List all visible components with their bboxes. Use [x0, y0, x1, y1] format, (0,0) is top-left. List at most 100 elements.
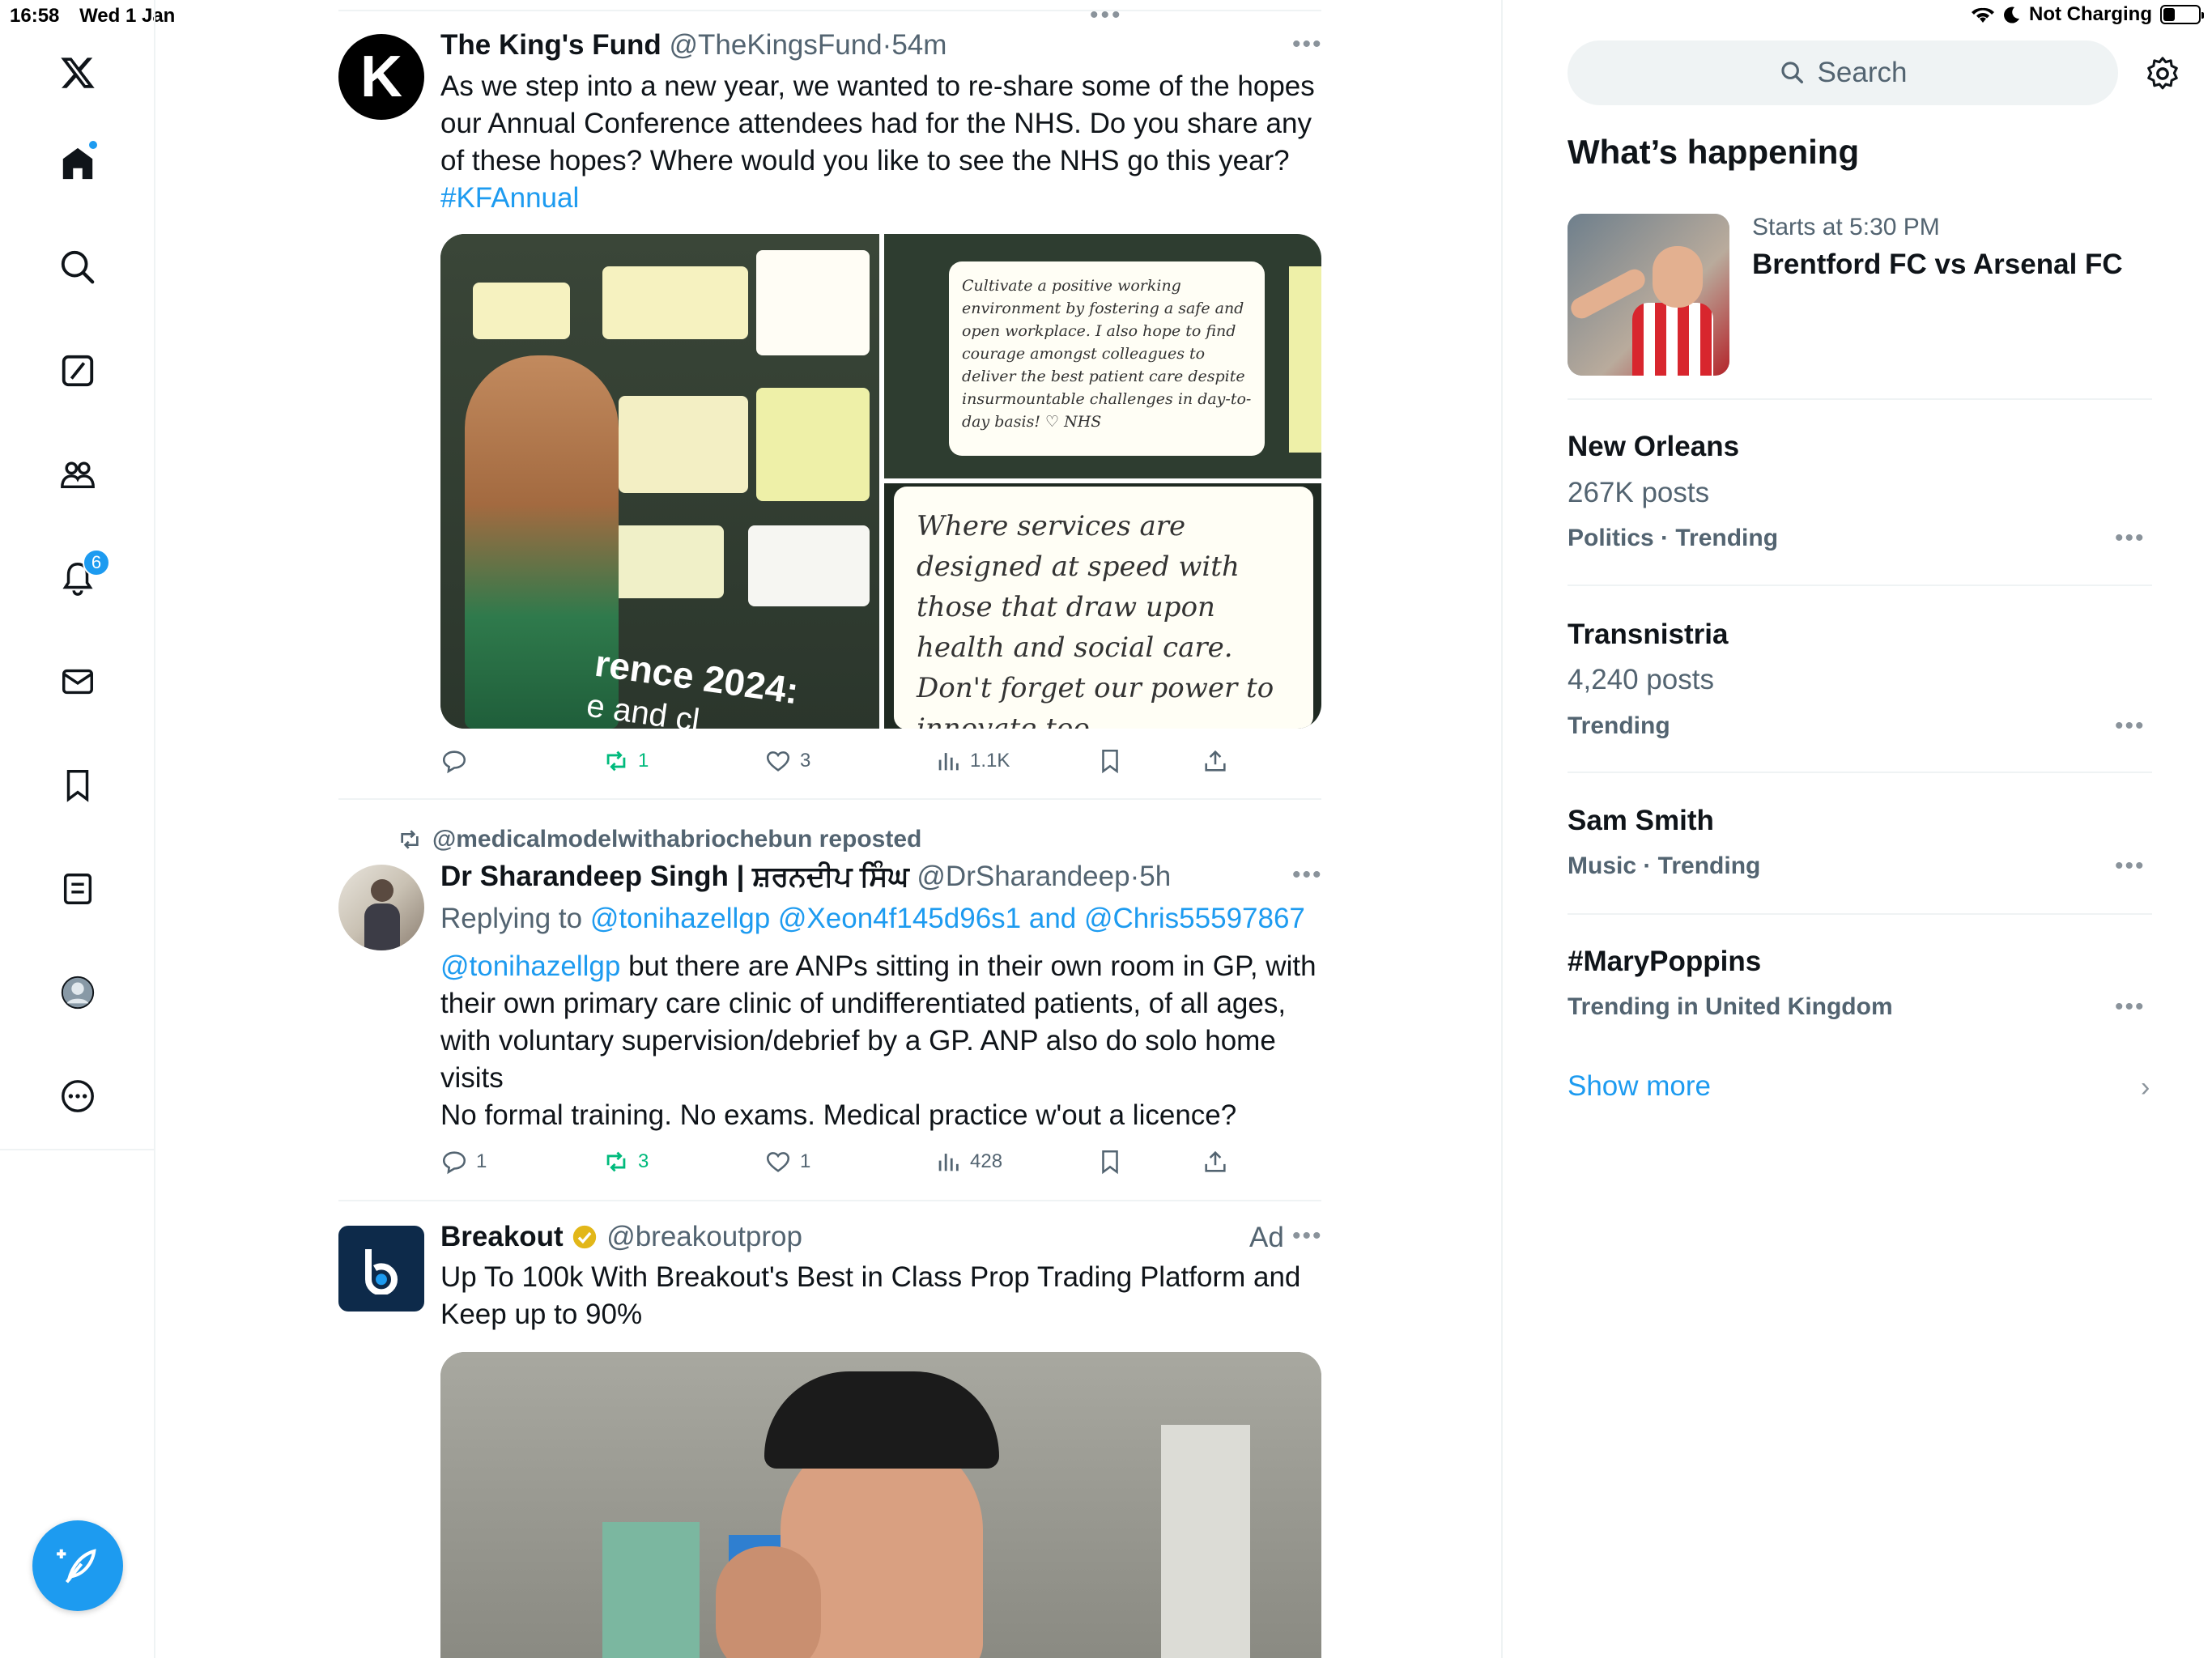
avatar[interactable]: K: [338, 34, 424, 120]
trend-category: Politics · Trending: [1568, 525, 1779, 551]
trend-category: Trending in United Kingdom: [1568, 993, 1893, 1020]
trend-category: Music · Trending: [1568, 852, 1761, 879]
author-handle[interactable]: @TheKingsFund: [669, 29, 882, 61]
reply-icon: [442, 750, 466, 774]
notifications-icon[interactable]: 6: [45, 546, 110, 610]
trend-name: New Orleans: [1568, 431, 1740, 462]
reply-button[interactable]: [440, 741, 476, 781]
repost-icon: [606, 1151, 626, 1172]
trend-divider: [1568, 913, 2152, 915]
share-button[interactable]: [1202, 1141, 1229, 1182]
grok-icon[interactable]: [45, 338, 110, 403]
nav-divider: [0, 1149, 155, 1150]
bookmark-button[interactable]: [1096, 1141, 1124, 1182]
views-chart-icon: [938, 1154, 959, 1171]
trend-more-icon[interactable]: •••: [2115, 993, 2146, 1021]
mention-link[interactable]: @tonihazellgp: [440, 950, 620, 982]
repost-button[interactable]: 1: [602, 741, 649, 781]
avatar[interactable]: [338, 865, 424, 950]
sticky-note-shape: [602, 525, 724, 598]
like-button[interactable]: 1: [764, 1141, 810, 1182]
tweet-header: Breakout @breakoutprop: [440, 1221, 802, 1253]
reposted-by[interactable]: @medicalmodelwithabriochebun reposted: [432, 826, 921, 853]
search-placeholder: Search: [1817, 57, 1908, 88]
share-icon: [1205, 750, 1226, 772]
tweet-divider: [338, 798, 1321, 800]
tweet-more-icon[interactable]: •••: [1292, 31, 1323, 58]
home-badge-dot: [87, 139, 99, 151]
event-title[interactable]: Brentford FC vs Arsenal FC: [1752, 249, 2123, 281]
trend-posts: 4,240 posts: [1568, 664, 1714, 695]
wifi-icon: [1972, 7, 1995, 23]
ad-label: Ad: [1249, 1222, 1284, 1253]
views-button[interactable]: 1.1K: [934, 741, 1010, 781]
author-name[interactable]: Dr Sharandeep Singh | ਸ਼ਰਨਦੀਪ ਸਿੰਘ: [440, 861, 909, 892]
search-icon: [1780, 62, 1803, 84]
communities-icon[interactable]: [45, 442, 110, 507]
bookmark-icon: [1102, 1150, 1118, 1175]
replying-to-handles[interactable]: @tonihazellgp @Xeon4f145d96s1 and @Chris…: [590, 903, 1305, 934]
author-name[interactable]: The King's Fund: [440, 29, 661, 61]
ad-video[interactable]: [440, 1352, 1321, 1658]
tweet-more-icon[interactable]: •••: [1292, 861, 1323, 889]
settings-gear-icon[interactable]: [2144, 55, 2181, 92]
tweet-time[interactable]: 54m: [891, 29, 946, 61]
author-handle[interactable]: @breakoutprop: [606, 1221, 802, 1252]
status-bar-right: Not Charging: [1971, 3, 2204, 26]
tweet-more-icon[interactable]: •••: [1292, 1222, 1323, 1250]
avatar-person-body: [364, 903, 400, 950]
trend-more-icon[interactable]: •••: [2115, 712, 2146, 740]
repost-button[interactable]: 3: [602, 1141, 649, 1182]
whats-happening-title: What’s happening: [1568, 133, 1860, 171]
repost-icon: [401, 830, 419, 849]
views-button[interactable]: 428: [934, 1141, 1002, 1182]
share-button[interactable]: [1202, 741, 1229, 781]
author-handle[interactable]: @DrSharandeep: [917, 861, 1129, 892]
hashtag-link[interactable]: #KFAnnual: [440, 182, 579, 214]
trend-divider: [1568, 585, 2152, 586]
heart-icon: [766, 751, 790, 772]
tweet-photo-grid[interactable]: rence 2024: e and cl Cultivate a positiv…: [440, 234, 1321, 729]
trend-divider: [1568, 398, 2152, 400]
author-name[interactable]: Breakout: [440, 1221, 564, 1252]
avatar[interactable]: [338, 1226, 424, 1312]
trend-more-icon[interactable]: •••: [2115, 852, 2146, 880]
photo-note-1[interactable]: Cultivate a positive working environment…: [884, 234, 1321, 478]
charging-status: Not Charging: [2029, 3, 2152, 25]
handwritten-note-2: Where services are designed at speed wit…: [894, 487, 1313, 729]
show-more-link[interactable]: Show more: [1568, 1070, 1711, 1103]
messages-icon[interactable]: [45, 649, 110, 714]
reply-icon: [442, 1151, 466, 1175]
avatar-k-logo: K: [360, 45, 402, 109]
home-icon[interactable]: [45, 131, 110, 196]
tweet-text: Up To 100k With Breakout's Best in Class…: [440, 1261, 1301, 1330]
sticky-note-shape: [748, 525, 870, 606]
x-logo-icon[interactable]: [45, 40, 110, 105]
tweet-body: As we step into a new year, we wanted to…: [440, 70, 1315, 176]
search-input[interactable]: Search: [1568, 40, 2118, 105]
views-count: 428: [970, 1150, 1003, 1172]
dot-separator: ·: [1129, 861, 1140, 892]
profile-icon[interactable]: [45, 960, 110, 1025]
photo-conference-wall[interactable]: rence 2024: e and cl: [440, 234, 879, 729]
bookmark-button[interactable]: [1096, 741, 1124, 781]
search-icon[interactable]: [45, 235, 110, 300]
photo-note-2[interactable]: Where services are designed at speed wit…: [884, 483, 1321, 729]
tweet-time[interactable]: 5h: [1139, 861, 1171, 892]
repost-indicator: @medicalmodelwithabriochebun reposted: [397, 826, 921, 853]
trend-divider: [1568, 772, 2152, 773]
repost-count: 3: [638, 1150, 649, 1172]
lists-icon[interactable]: [45, 857, 110, 921]
trend-more-icon[interactable]: •••: [2115, 525, 2146, 552]
more-icon[interactable]: [45, 1064, 110, 1129]
avatar-person-head: [371, 879, 393, 902]
feed-top-divider: [338, 10, 1321, 11]
reply-button[interactable]: 1: [440, 1141, 487, 1182]
like-button[interactable]: 3: [764, 741, 810, 781]
handwritten-note-1: Cultivate a positive working environment…: [949, 261, 1265, 456]
compose-button[interactable]: [32, 1520, 123, 1611]
replying-to-line: Replying to @tonihazellgp @Xeon4f145d96s…: [440, 900, 1323, 937]
bookmarks-icon[interactable]: [45, 753, 110, 818]
trend-name: Sam Smith: [1568, 805, 1714, 836]
compose-feather-icon: [57, 1549, 96, 1584]
